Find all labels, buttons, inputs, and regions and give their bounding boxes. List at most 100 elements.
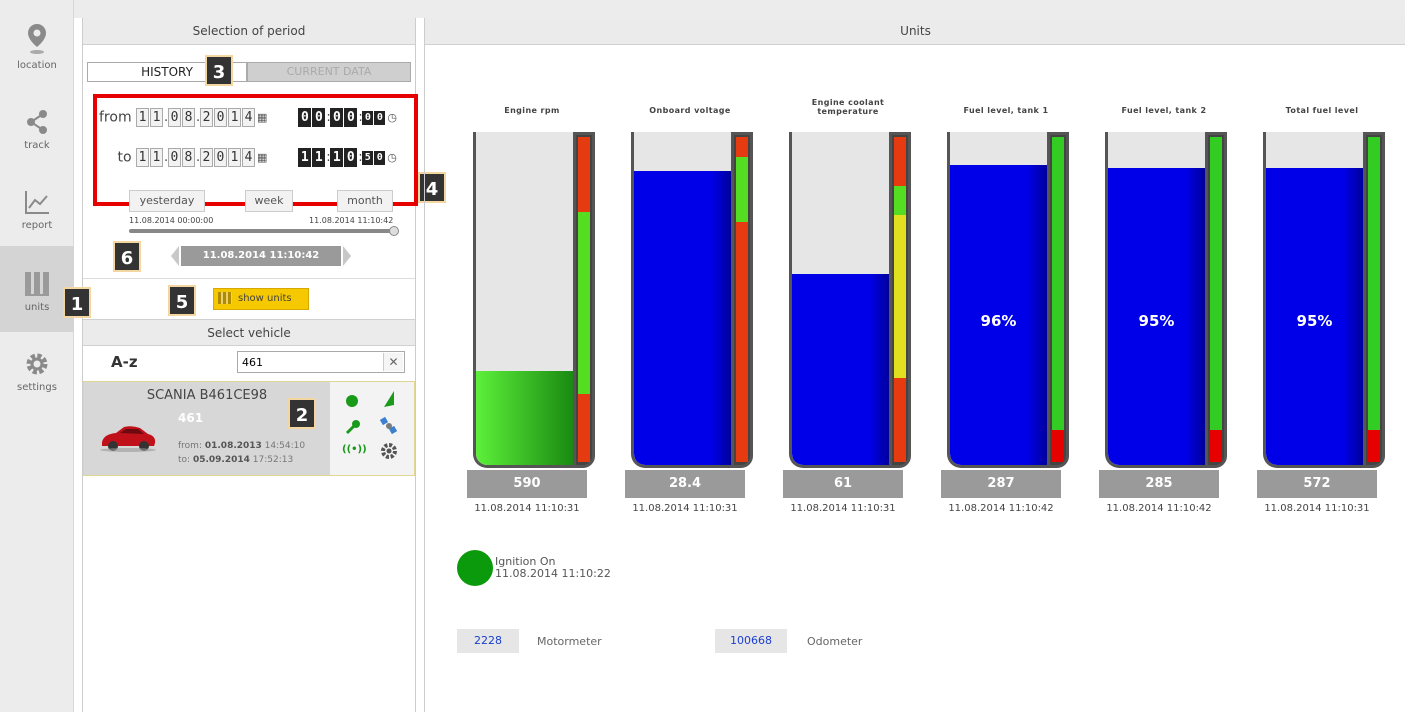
gauge: Fuel level, tank 2 95% 285 11.08.2014 11… [1099, 98, 1229, 518]
odometer-label: Odometer [807, 635, 863, 648]
nav-location[interactable]: location [0, 18, 74, 100]
gauge-percent: 95% [1296, 312, 1333, 330]
top-bar [0, 0, 1405, 18]
scale-segment [1052, 137, 1064, 430]
yesterday-button[interactable]: yesterday [129, 190, 205, 212]
nav-report-label: report [21, 220, 53, 231]
nav-track[interactable]: track [0, 100, 74, 182]
time-slider-handle[interactable] [389, 226, 399, 236]
vehicle-status-icons: ((•)) [330, 382, 414, 475]
annotation-badge-1: 1 [63, 287, 91, 318]
time-slider-track[interactable] [129, 229, 397, 233]
scale-segment [894, 215, 906, 378]
gauge-scale [1047, 132, 1069, 468]
scale-segment [1210, 137, 1222, 430]
to-time[interactable]: 11:10:50 [298, 148, 386, 167]
from-time-value: 14:54:10 [264, 441, 306, 451]
bars-icon [25, 272, 49, 296]
nav-location-label: location [17, 60, 57, 71]
gauge-time: 11.08.2014 11:10:31 [1264, 503, 1370, 514]
from-row: from 1 1. 0 8. 2 0 1 4 ▦ 0 0:0 0:0 0 ◷ [99, 108, 397, 130]
week-button[interactable]: week [245, 190, 293, 212]
vehicle-card[interactable]: SCANIA B461CE98 461 from: 01.08.2013 14:… [83, 381, 415, 476]
to-row: to 1 1. 0 8. 2 0 1 4 ▦ 1 1:1 0:5 0 ◷ [99, 148, 397, 170]
nav-track-label: track [24, 140, 50, 151]
digit: 1 [135, 148, 149, 167]
gauge-scale [889, 132, 911, 468]
units-header: Units [425, 18, 1405, 45]
calendar-icon[interactable]: ▦ [257, 151, 267, 164]
gauge-value: 285 [1099, 470, 1219, 498]
scale-segment [1368, 137, 1380, 430]
gauge: Onboard voltage 28.4 11.08.2014 11:10:31 [625, 98, 755, 518]
from-time[interactable]: 00:00:00 [298, 108, 386, 127]
scale-segment [578, 137, 590, 212]
calendar-icon[interactable]: ▦ [257, 111, 267, 124]
scale-segment [894, 377, 906, 463]
gauge-fill [792, 274, 889, 465]
show-units-label: show units [238, 293, 292, 304]
from-date[interactable]: 11.08.2014 [136, 108, 256, 127]
digit: 1 [227, 148, 241, 167]
scale-segment [736, 156, 748, 222]
show-units-button[interactable]: show units [213, 288, 309, 310]
scale-segment [894, 185, 906, 215]
sort-az-button[interactable]: A-z [111, 353, 138, 371]
scale-segment [1052, 429, 1064, 463]
digit: 0 [374, 150, 386, 165]
vehicle-search-input[interactable] [237, 351, 405, 373]
gauge-scale [1205, 132, 1227, 468]
tab-current-data[interactable]: CURRENT DATA [247, 62, 411, 82]
gauge-percent: 95% [1138, 312, 1175, 330]
vehicle-to: to: 05.09.2014 17:52:13 [178, 455, 293, 465]
digit: 0 [167, 148, 181, 167]
map-pin-icon [28, 24, 46, 54]
digit: 8 [181, 148, 195, 167]
clock-icon[interactable]: ◷ [387, 151, 397, 164]
bars-icon [218, 292, 232, 304]
vehicle-id: 461 [178, 411, 204, 425]
digit: 0 [214, 108, 228, 127]
gauge-scale [731, 132, 753, 468]
digit: 1 [136, 108, 150, 127]
gauge-value: 287 [941, 470, 1061, 498]
digit: 1 [150, 108, 164, 127]
gauge-percent: 96% [980, 312, 1017, 330]
gauge-time: 11.08.2014 11:10:31 [474, 503, 580, 514]
clock-icon[interactable]: ◷ [387, 111, 397, 124]
month-button[interactable]: month [337, 190, 393, 212]
settings-gear-icon[interactable] [380, 442, 398, 460]
vehicle-header: Select vehicle [83, 319, 415, 346]
gauge-scale [1363, 132, 1385, 468]
period-header: Selection of period [83, 18, 415, 45]
digit: 0 [298, 108, 312, 127]
gauge-value: 61 [783, 470, 903, 498]
slider-right-arrow[interactable] [343, 246, 351, 266]
annotation-badge-3: 3 [205, 55, 233, 86]
nav-settings-label: settings [17, 382, 57, 393]
gauge: Total fuel level 95% 572 11.08.2014 11:1… [1257, 98, 1387, 518]
line-chart-icon [25, 191, 49, 214]
from-date-value: 01.08.2013 [204, 441, 262, 451]
to-label: to [117, 149, 132, 166]
gauge-title: Engine coolant temperature [811, 98, 885, 116]
gauge-tube [473, 132, 573, 468]
to-date[interactable]: 11.08.2014 [135, 148, 256, 167]
nav-settings[interactable]: settings [0, 344, 74, 426]
period-panel: Selection of period HISTORY CURRENT DATA… [82, 18, 418, 712]
gauge-tube: 95% [1105, 132, 1205, 468]
scale-segment [578, 393, 590, 463]
digit: 0 [330, 108, 344, 127]
gauge-tube: 95% [1263, 132, 1363, 468]
scale-segment [578, 211, 590, 394]
scale-segment [894, 137, 906, 186]
vehicle-from: from: 01.08.2013 14:54:10 [178, 441, 305, 451]
clear-search-icon[interactable]: ✕ [383, 353, 403, 371]
slider-left-arrow[interactable] [171, 246, 179, 266]
digit: 5 [362, 150, 374, 165]
digit: 4 [241, 148, 255, 167]
ignition-status-icon [457, 550, 493, 586]
gauge: Engine coolant temperature 61 11.08.2014… [783, 98, 913, 518]
car-icon [100, 426, 156, 452]
gauge-tube: 96% [947, 132, 1047, 468]
